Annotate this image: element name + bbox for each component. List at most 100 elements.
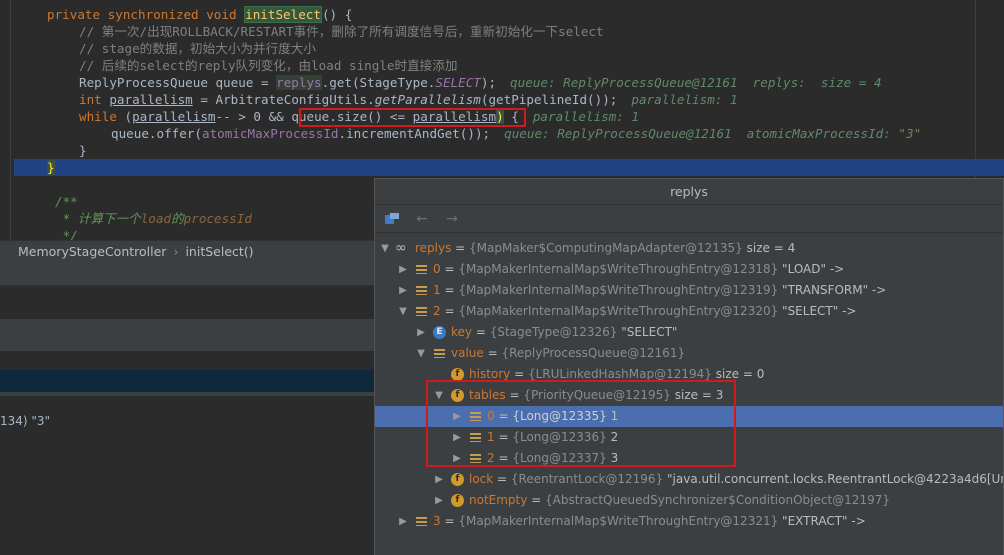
node-type: {MapMakerInternalMap$WriteThroughEntry@1…	[458, 262, 779, 276]
inline-debug-hint-value: "3"	[898, 126, 922, 141]
field-icon: f	[451, 494, 464, 507]
code-text: ReplyProcessQueue queue =	[79, 75, 277, 90]
node-key: history	[469, 367, 511, 381]
node-value: "TRANSFORM" ->	[778, 283, 887, 297]
matched-brace: }	[47, 160, 55, 175]
node-key: notEmpty	[469, 493, 528, 507]
tree-node-entry-1[interactable]: ▶ 1 = {MapMakerInternalMap$WriteThroughE…	[375, 280, 1003, 301]
chevron-right-icon[interactable]: ▶	[397, 280, 409, 301]
variable-inspector-popup[interactable]: replys ← → ▼ ∞ replys = {MapMaker$Comput…	[374, 178, 1004, 555]
chevron-right-icon[interactable]: ▶	[397, 259, 409, 280]
navigate-to-source-icon[interactable]	[383, 210, 401, 228]
breadcrumb: MemoryStageController › initSelect()	[0, 240, 374, 262]
code-line-close-while: }	[14, 142, 1004, 159]
code-line-comment-2: // stage的数据，初始大小为并行度大小	[14, 40, 1004, 57]
tree-node-notempty[interactable]: ▶ f notEmpty = {AbstractQueuedSynchroniz…	[375, 490, 1003, 511]
chevron-down-icon[interactable]: ▼	[415, 343, 427, 364]
node-type: {StageType@12326}	[489, 325, 618, 339]
frame-spacer	[0, 351, 374, 370]
inline-debug-hint: queue: ReplyProcessQueue@12161 replys: s…	[510, 75, 882, 90]
code-line-comment-3: // 后续的select的reply队列变化，由load single时直接添加	[14, 57, 1004, 74]
breadcrumb-method[interactable]: initSelect()	[185, 244, 253, 259]
frames-spacer	[0, 287, 374, 319]
chevron-right-icon[interactable]: ▶	[433, 469, 445, 490]
static-method: getParallelism	[374, 92, 481, 107]
tree-node-entry-0[interactable]: ▶ 0 = {MapMakerInternalMap$WriteThroughE…	[375, 259, 1003, 280]
node-value: size = 0	[711, 367, 765, 381]
doc-text: */	[55, 228, 78, 240]
code-text: .get(StageType.	[321, 75, 436, 90]
chevron-right-icon[interactable]: ▶	[415, 322, 427, 343]
doc-text: /**	[55, 194, 78, 209]
chevron-down-icon[interactable]: ▼	[379, 238, 391, 259]
node-value: "SELECT" ->	[778, 304, 857, 318]
inline-debug-hint: parallelism: 1	[631, 92, 738, 107]
keyword-while: while	[79, 109, 125, 124]
chevron-right-icon: ›	[173, 244, 179, 259]
code-highlight-box	[299, 108, 526, 127]
debugger-frames-pane: 134) "3"	[0, 262, 374, 555]
code-line-parallelism: int parallelism = ArbitrateConfigUtils.g…	[14, 91, 1004, 108]
frame-row[interactable]	[0, 319, 374, 351]
frame-row-selected[interactable]	[0, 370, 374, 392]
back-arrow-icon[interactable]: ←	[413, 210, 431, 228]
list-icon	[415, 263, 428, 276]
tree-node-lock[interactable]: ▶ f lock = {ReentrantLock@12196} "java.u…	[375, 469, 1003, 490]
node-value: "SELECT"	[617, 325, 678, 339]
tree-node-entry-3[interactable]: ▶ 3 = {MapMakerInternalMap$WriteThroughE…	[375, 511, 1003, 532]
node-key: 0	[433, 262, 441, 276]
list-icon	[415, 515, 428, 528]
tree-node-entry-2[interactable]: ▼ 2 = {MapMakerInternalMap$WriteThroughE…	[375, 301, 1003, 322]
node-key: 1	[433, 283, 441, 297]
code-line-queue-decl: ReplyProcessQueue queue = replys.get(Sta…	[14, 74, 1004, 91]
code-text: (	[124, 109, 133, 124]
node-type: {ReplyProcessQueue@12161}	[501, 346, 686, 360]
node-key: value	[451, 346, 484, 360]
frames-toolbar	[0, 262, 374, 286]
code-text: (getPipelineId());	[480, 92, 618, 107]
node-key: key	[451, 325, 473, 339]
inline-debug-hint: parallelism: 1	[532, 109, 639, 124]
node-type: {MapMakerInternalMap$WriteThroughEntry@1…	[458, 304, 779, 318]
variables-area	[0, 396, 374, 555]
node-key: lock	[469, 472, 494, 486]
code-line-close-method: }	[14, 159, 1004, 176]
keywords: private synchronized void	[47, 7, 245, 22]
tree-node-replys[interactable]: ▼ ∞ replys = {MapMaker$ComputingMapAdapt…	[375, 238, 1003, 259]
forward-arrow-icon[interactable]: →	[443, 210, 461, 228]
keyword-int: int	[79, 92, 110, 107]
code-line-comment-1: // 第一次/出现ROLLBACK/RESTART事件，删除了所有调度信号后，重…	[14, 23, 1004, 40]
code-line-method-signature: private synchronized void initSelect() {	[14, 6, 1004, 23]
doc-text: load	[140, 211, 172, 226]
popup-toolbar: ← →	[375, 205, 1003, 233]
popup-title: replys	[375, 179, 1003, 205]
breadcrumb-class[interactable]: MemoryStageController	[18, 244, 166, 259]
tree-node-value[interactable]: ▼ value = {ReplyProcessQueue@12161}	[375, 343, 1003, 364]
chevron-right-icon[interactable]: ▶	[433, 490, 445, 511]
node-type: {AbstractQueuedSynchronizer$ConditionObj…	[545, 493, 890, 507]
chevron-down-icon[interactable]: ▼	[397, 301, 409, 322]
variable-tree[interactable]: ▼ ∞ replys = {MapMaker$ComputingMapAdapt…	[375, 235, 1003, 555]
enum-select: SELECT	[435, 75, 481, 90]
node-key: 2	[433, 304, 441, 318]
field-replys[interactable]: replys	[276, 75, 322, 90]
code-text: }	[79, 143, 87, 158]
doc-text: * 计算下一个	[55, 211, 141, 226]
doc-text: 的	[171, 211, 184, 226]
inline-debug-hint: queue: ReplyProcessQueue@12161 atomicMax…	[504, 126, 899, 141]
code-text: );	[480, 75, 497, 90]
tree-node-key[interactable]: ▶ E key = {StageType@12326} "SELECT"	[375, 322, 1003, 343]
node-type: {ReentrantLock@12196}	[510, 472, 664, 486]
chevron-right-icon[interactable]: ▶	[397, 511, 409, 532]
node-type: {MapMakerInternalMap$WriteThroughEntry@1…	[458, 283, 779, 297]
field-icon: f	[451, 473, 464, 486]
enum-icon: E	[433, 326, 446, 339]
node-value: size = 4	[742, 241, 796, 255]
comment-text: // stage的数据，初始大小为并行度大小	[79, 41, 316, 56]
list-icon	[415, 284, 428, 297]
tree-highlight-box	[426, 380, 736, 467]
node-value: "EXTRACT" ->	[778, 514, 866, 528]
node-type: {LRULinkedHashMap@12194}	[527, 367, 712, 381]
code-text: queue.offer(	[111, 126, 202, 141]
var-parallelism: parallelism	[109, 92, 193, 107]
